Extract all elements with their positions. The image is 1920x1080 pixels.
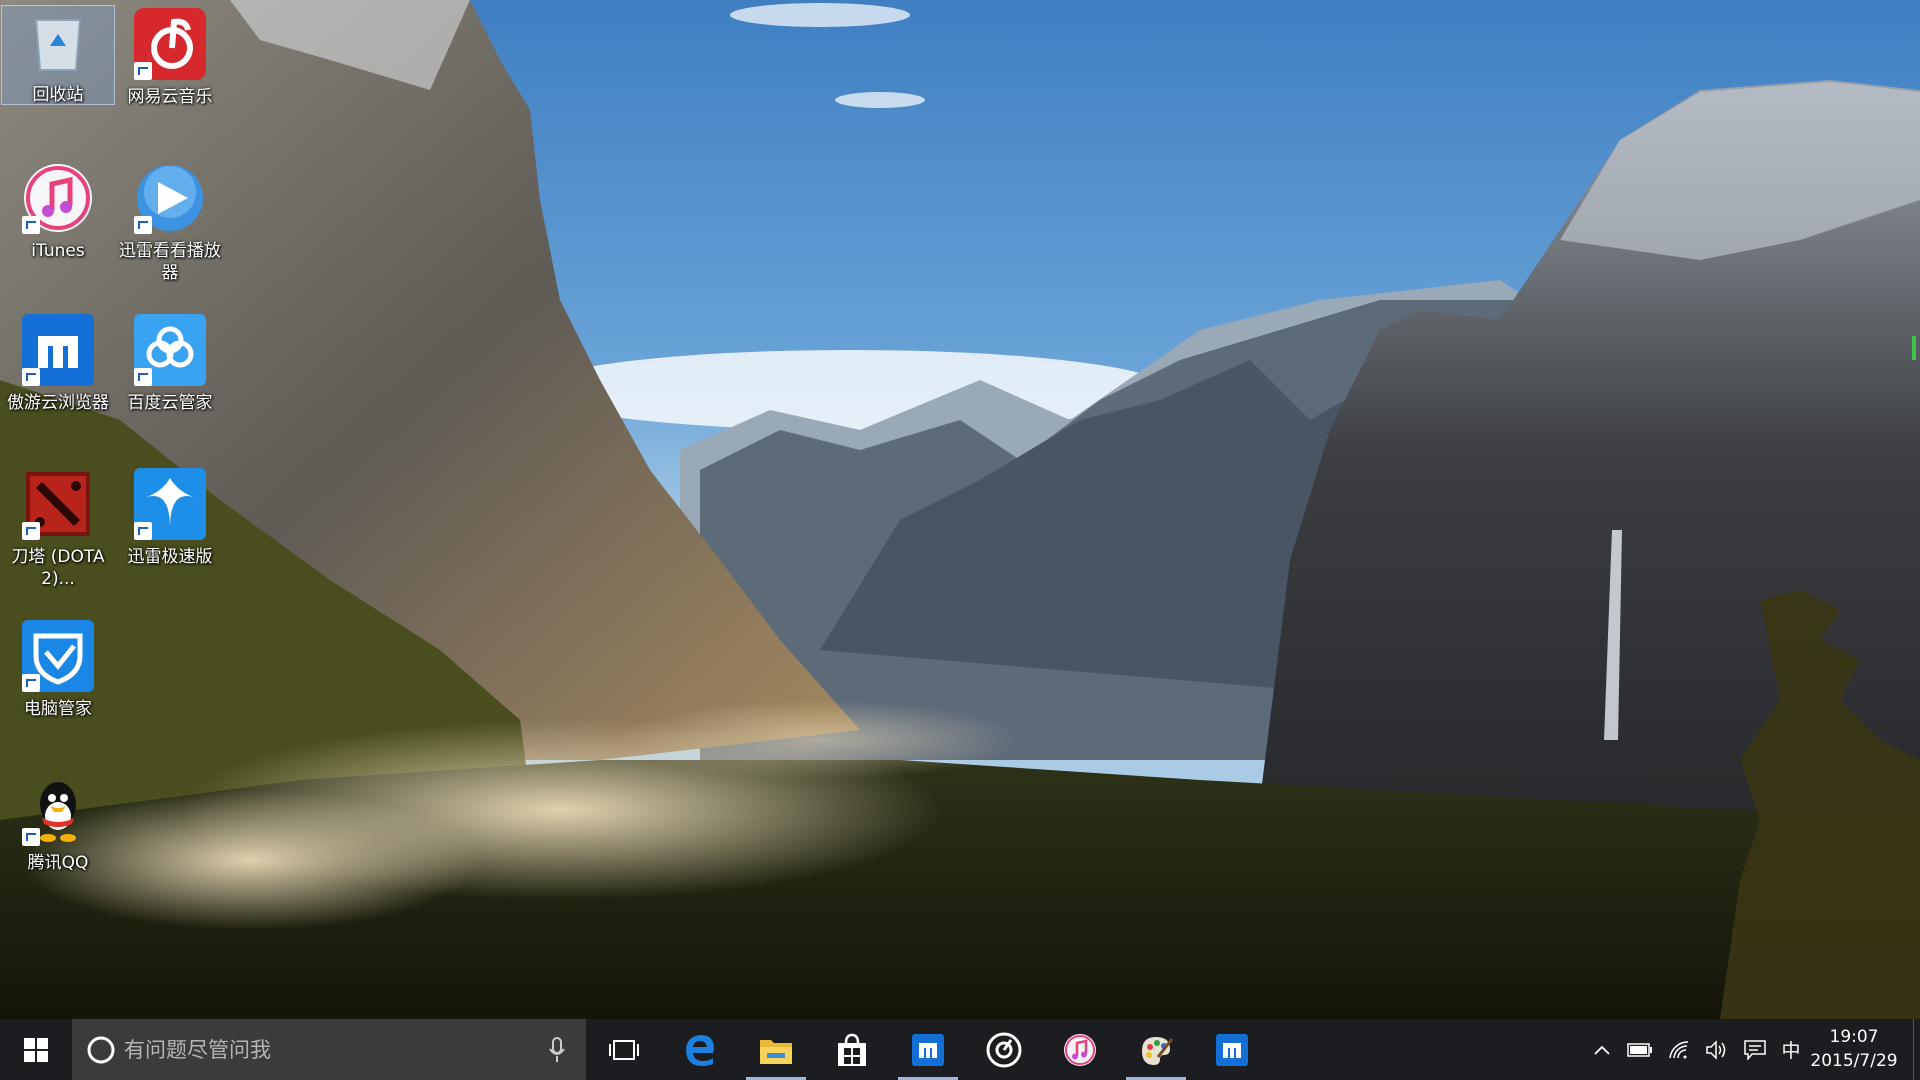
desktop-icon-maxthon[interactable]: 傲游云浏览器 [2, 306, 114, 416]
shortcut-arrow-icon [134, 522, 152, 540]
tencent-qq-icon [22, 774, 94, 846]
desktop-icon-label: 迅雷极速版 [127, 547, 213, 567]
desktop-icon-dota2[interactable]: 刀塔 (DOTA2)... [2, 460, 114, 590]
shortcut-arrow-icon [22, 368, 40, 386]
clock-date: 2015/7/29 [1810, 1051, 1898, 1071]
recycle-bin-icon [22, 12, 94, 84]
taskbar-app-music-player[interactable] [968, 1019, 1040, 1080]
shortcut-arrow-icon [134, 368, 152, 386]
desktop-icon-label: iTunes [31, 241, 85, 261]
xunlei-kankan-icon [134, 162, 206, 234]
baidu-cloud-icon [134, 314, 206, 386]
search-input[interactable] [122, 1033, 546, 1067]
music-player-icon [986, 1032, 1022, 1067]
search-box[interactable] [72, 1019, 586, 1080]
shortcut-arrow-icon [22, 828, 40, 846]
itunes-icon [1064, 1033, 1096, 1066]
taskbar-app-paint[interactable] [1120, 1019, 1192, 1080]
taskbar-app-file-explorer[interactable] [740, 1019, 812, 1080]
desktop-icon-label: 傲游云浏览器 [7, 393, 109, 413]
clock[interactable]: 19:07 2015/7/29 [1806, 1025, 1902, 1073]
edge-icon [686, 1034, 714, 1066]
shortcut-arrow-icon [22, 674, 40, 692]
desktop-icon-pc-manager[interactable]: 电脑管家 [2, 612, 114, 722]
microphone-icon[interactable] [548, 1037, 566, 1063]
windows-logo-icon [24, 1037, 48, 1062]
battery-icon [1627, 1042, 1652, 1057]
maxthon-icon [912, 1033, 944, 1066]
chevron-up-icon [1594, 1045, 1610, 1055]
cortana-icon [87, 1036, 115, 1064]
notification-icon [1744, 1039, 1766, 1060]
taskbar-app-edge[interactable] [664, 1019, 736, 1080]
desktop-icon-label: 刀塔 (DOTA2)... [11, 547, 105, 589]
input-method-indicator[interactable]: 中 [1774, 1019, 1808, 1080]
network-button[interactable] [1662, 1019, 1696, 1080]
taskbar-app-store[interactable] [816, 1019, 888, 1080]
shortcut-arrow-icon [22, 216, 40, 234]
pc-manager-icon [22, 620, 94, 692]
desktop-icon-tencent-qq[interactable]: 腾讯QQ [2, 766, 114, 876]
store-icon [838, 1033, 866, 1066]
maxthon-icon [22, 314, 94, 386]
xunlei-express-icon [134, 468, 206, 540]
start-button[interactable] [0, 1019, 72, 1080]
desktop-icon-recycle-bin[interactable]: 回收站 [1, 5, 115, 105]
desktop-icon-xunlei-kankan[interactable]: 迅雷看看播放器 [114, 154, 226, 284]
netease-music-icon [134, 8, 206, 80]
desktop-icon-itunes[interactable]: iTunes [2, 154, 114, 264]
wifi-icon [1669, 1040, 1689, 1058]
taskbar: 中 19:07 2015/7/29 [0, 1019, 1920, 1080]
itunes-icon [22, 162, 94, 234]
shortcut-arrow-icon [134, 62, 152, 80]
show-hidden-icons-button[interactable] [1588, 1019, 1616, 1080]
task-view-button[interactable] [588, 1019, 660, 1080]
action-center-button[interactable] [1738, 1019, 1772, 1080]
dota2-icon [22, 468, 94, 540]
paint-icon [1142, 1036, 1174, 1065]
shortcut-arrow-icon [22, 522, 40, 540]
desktop-icon-baidu-cloud[interactable]: 百度云管家 [114, 306, 226, 416]
taskbar-app-itunes[interactable] [1044, 1019, 1116, 1080]
desktop-wallpaper [0, 0, 1920, 1080]
maxthon-icon [1216, 1033, 1248, 1066]
speaker-icon [1706, 1039, 1726, 1060]
desktop-icon-label: 电脑管家 [24, 699, 92, 719]
battery-button[interactable] [1622, 1019, 1658, 1080]
shortcut-arrow-icon [134, 216, 152, 234]
desktop-icon-label: 回收站 [32, 85, 84, 105]
taskbar-app-maxthon-2[interactable] [1196, 1019, 1268, 1080]
desktop-icon-label: 腾讯QQ [27, 853, 89, 873]
taskbar-app-maxthon[interactable] [892, 1019, 964, 1080]
desktop-icon-label: 迅雷看看播放器 [119, 241, 221, 283]
show-desktop-button[interactable] [1913, 1019, 1920, 1080]
desktop-icon-xunlei-express[interactable]: 迅雷极速版 [114, 460, 226, 570]
edge-indicator [1912, 336, 1916, 360]
file-explorer-icon [760, 1039, 792, 1064]
volume-button[interactable] [1700, 1019, 1734, 1080]
desktop-icon-label: 网易云音乐 [127, 87, 213, 107]
task-view-icon [609, 1039, 639, 1060]
desktop-icon-label: 百度云管家 [127, 393, 213, 413]
ime-label: 中 [1781, 1040, 1801, 1062]
desktop-icon-netease-music[interactable]: 网易云音乐 [114, 0, 226, 110]
clock-time: 19:07 [1829, 1027, 1879, 1047]
